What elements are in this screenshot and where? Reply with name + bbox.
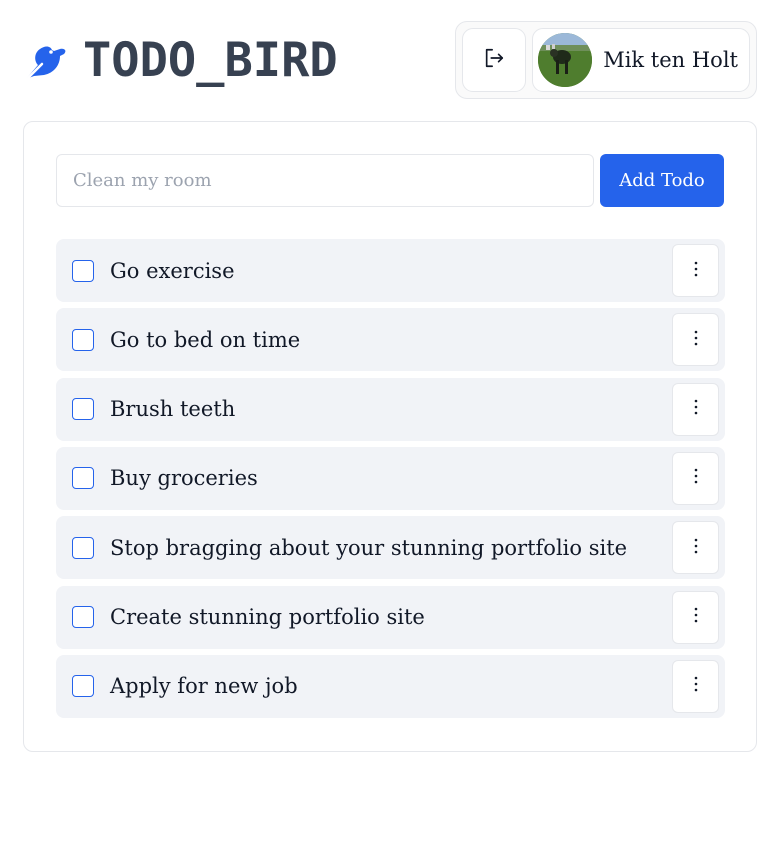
todo-checkbox[interactable] <box>72 606 94 629</box>
todo-text: Create stunning portfolio site <box>110 605 425 630</box>
todo-item: Create stunning portfolio site <box>56 585 725 649</box>
add-todo-button[interactable]: Add Todo <box>600 154 724 207</box>
logout-icon <box>483 47 505 73</box>
more-vertical-icon <box>694 468 698 488</box>
more-vertical-icon <box>694 538 698 558</box>
more-vertical-icon <box>694 399 698 419</box>
todo-item: Stop bragging about your stunning portfo… <box>56 516 725 580</box>
app-header: TODO_BIRD Mik ten Holt <box>24 21 757 99</box>
todo-item: Go exercise <box>56 239 725 302</box>
bird-icon <box>24 40 70 82</box>
todo-text: Go exercise <box>110 258 235 283</box>
add-todo-form: Add Todo <box>56 154 725 208</box>
more-vertical-icon <box>694 261 698 281</box>
todo-checkbox[interactable] <box>72 259 94 282</box>
todo-list: Go exercise Go to bed on time Brush teet… <box>56 239 725 724</box>
todo-checkbox[interactable] <box>72 675 94 698</box>
todo-text: Buy groceries <box>110 466 258 491</box>
todo-text: Apply for new job <box>110 674 298 699</box>
todo-checkbox[interactable] <box>72 398 94 421</box>
todo-checkbox[interactable] <box>72 328 94 351</box>
todo-checkbox[interactable] <box>72 536 94 559</box>
user-profile-button[interactable]: Mik ten Holt <box>532 28 750 92</box>
brand: TODO_BIRD <box>24 37 338 85</box>
todo-menu-button[interactable] <box>672 590 719 644</box>
todo-item: Buy groceries <box>56 446 725 510</box>
more-vertical-icon <box>694 607 698 627</box>
todo-text: Stop bragging about your stunning portfo… <box>110 535 628 560</box>
todo-menu-button[interactable] <box>672 244 719 297</box>
more-vertical-icon <box>694 676 698 696</box>
user-name: Mik ten Holt <box>603 48 738 72</box>
todo-card: Add Todo Go exercise Go to bed on time B… <box>23 121 757 752</box>
todo-input[interactable] <box>56 154 594 207</box>
todo-menu-button[interactable] <box>672 382 719 436</box>
user-panel: Mik ten Holt <box>455 21 757 99</box>
todo-menu-button[interactable] <box>672 659 719 713</box>
more-vertical-icon <box>694 330 698 350</box>
todo-checkbox[interactable] <box>72 467 94 490</box>
todo-menu-button[interactable] <box>672 313 719 367</box>
todo-item: Apply for new job <box>56 654 725 718</box>
app-title: TODO_BIRD <box>83 33 338 88</box>
todo-menu-button[interactable] <box>672 451 719 505</box>
avatar <box>538 33 593 87</box>
todo-menu-button[interactable] <box>672 521 719 575</box>
todo-text: Go to bed on time <box>110 327 301 352</box>
todo-text: Brush teeth <box>110 397 236 422</box>
logout-button[interactable] <box>462 28 527 92</box>
todo-item: Brush teeth <box>56 377 725 441</box>
todo-item: Go to bed on time <box>56 308 725 372</box>
